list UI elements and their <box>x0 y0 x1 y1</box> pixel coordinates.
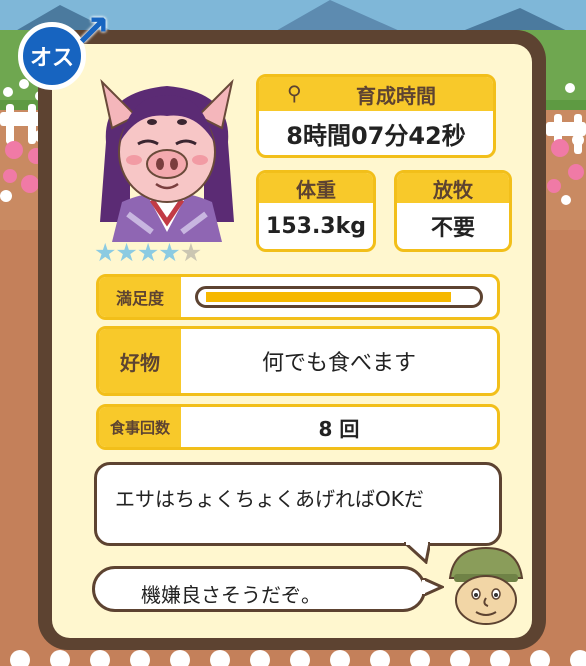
satisfaction-label: 満足度 <box>99 277 181 317</box>
rating-stars: ★★★★★ <box>94 238 202 267</box>
dialogue-line-2: 機嫌良さそうだぞ。 <box>141 583 321 607</box>
satisfaction-gauge-track <box>181 277 497 317</box>
favorite-food-value: 何でも食べます <box>261 351 416 376</box>
growth-time-box: ⚲ 育成時間 8時間07分42秒 <box>256 74 496 158</box>
meal-count-box: 食事回数 8 回 <box>96 404 500 450</box>
star-empty-icon: ★ <box>179 238 202 267</box>
dialogue-line-1: エサはちょくちょくあげればOKだ <box>115 487 424 511</box>
gender-label: オス <box>29 46 74 71</box>
grazing-value: 不要 <box>430 216 475 241</box>
satisfaction-gauge-fill <box>206 292 451 302</box>
star-icon: ★ <box>136 238 159 267</box>
grazing-box: 放牧 不要 <box>394 170 512 252</box>
satisfaction-box: 満足度 <box>96 274 500 320</box>
pig-portrait <box>100 78 234 242</box>
star-icon: ★ <box>158 238 180 267</box>
dialogue-bubble-1: エサはちょくちょくあげればOKだ <box>94 462 502 546</box>
bubble-tail <box>404 542 430 564</box>
male-symbol-icon: ↗ <box>74 6 111 57</box>
favorite-food-label: 好物 <box>99 329 181 393</box>
growth-time-value: 8時間07分42秒 <box>286 121 466 150</box>
growth-time-header: ⚲ 育成時間 <box>259 77 493 111</box>
dialogue-bubble-2: 機嫌良さそうだぞ。 <box>92 566 426 612</box>
weight-value: 153.3kg <box>266 213 366 239</box>
star-icon: ★ <box>94 238 116 267</box>
growth-time-label: 育成時間 <box>356 83 436 108</box>
favorite-food-box: 好物 何でも食べます <box>96 326 500 396</box>
meal-count-value: 8 回 <box>318 416 360 441</box>
satisfaction-gauge <box>195 286 483 308</box>
weight-box: 体重 153.3kg <box>256 170 376 252</box>
weight-label: 体重 <box>259 173 373 203</box>
star-icon: ★ <box>115 238 137 267</box>
farmer-avatar <box>448 546 524 625</box>
grazing-label: 放牧 <box>397 173 509 203</box>
meal-count-label: 食事回数 <box>99 407 181 447</box>
whistle-icon: ⚲ <box>287 81 302 105</box>
